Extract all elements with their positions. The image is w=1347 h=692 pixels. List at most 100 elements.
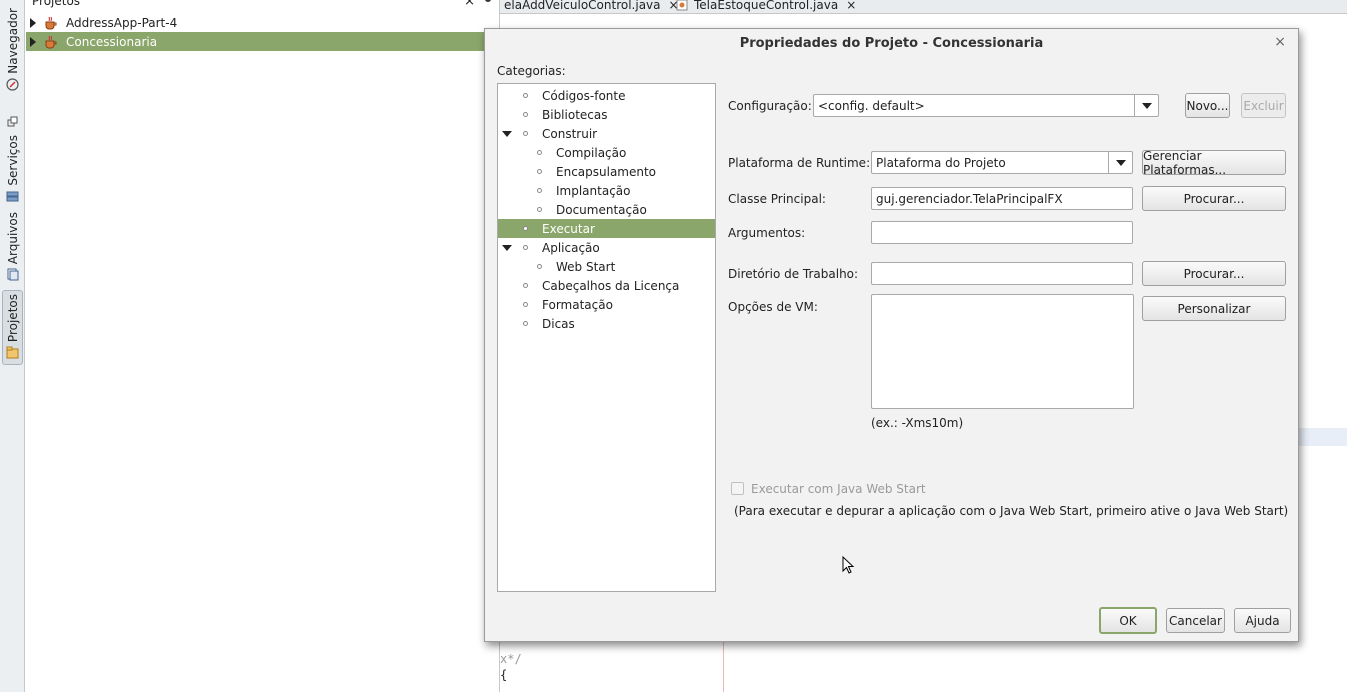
category-label: Códigos-fonte (542, 88, 626, 103)
services-icon (7, 116, 18, 127)
dialog-close-button[interactable]: × (1274, 34, 1286, 50)
web-start-note: (Para executar e depurar a aplicação com… (734, 504, 1289, 518)
category-item[interactable]: Construir (498, 124, 715, 143)
collapse-arrow-icon[interactable] (502, 244, 512, 251)
mouse-cursor-icon (842, 556, 855, 574)
tab-files-label: Arquivos (5, 212, 20, 265)
panel-menu-icon[interactable] (485, 0, 491, 2)
chevron-down-icon[interactable] (1134, 95, 1158, 116)
category-item[interactable]: Documentação (498, 200, 715, 219)
browse-main-class-button[interactable]: Procurar... (1142, 186, 1286, 211)
tab-files[interactable]: Arquivos (2, 212, 23, 283)
arguments-label: Argumentos: (728, 226, 806, 240)
vm-options-label: Opções de VM: (728, 300, 818, 314)
category-item-selected[interactable]: Executar (498, 219, 715, 238)
editor-tab-bar: elaAddVeiculoControl.java × TelaEstoqueC… (500, 0, 1347, 14)
projects-panel-title: Projetos (32, 0, 81, 8)
category-label: Bibliotecas (542, 107, 608, 122)
project-node[interactable]: AddressApp-Part-4 (26, 13, 499, 32)
projects-icon (6, 346, 19, 359)
editor-tab[interactable]: elaAddVeiculoControl.java × (504, 0, 679, 14)
project-node-selected[interactable]: Concessionaria (26, 32, 499, 51)
bullet-icon (523, 302, 528, 307)
category-item[interactable]: Códigos-fonte (498, 86, 715, 105)
category-label: Construir (542, 126, 598, 141)
editor-tab-label: elaAddVeiculoControl.java (504, 0, 661, 12)
category-item[interactable]: Compilação (498, 143, 715, 162)
bullet-icon (523, 112, 528, 117)
tab-navigator[interactable]: Navegador (2, 8, 23, 93)
help-button[interactable]: Ajuda (1234, 608, 1291, 633)
bullet-icon (537, 188, 542, 193)
tab-services-label: Serviços (5, 135, 20, 186)
bullet-icon (537, 264, 542, 269)
main-class-input[interactable]: guj.gerenciador.TelaPrincipalFX (871, 187, 1133, 210)
bullet-icon (537, 207, 542, 212)
config-select[interactable]: <config. default> (813, 94, 1159, 117)
server-icon (6, 191, 19, 202)
editor-margin-line (723, 640, 724, 692)
category-item[interactable]: Implantação (498, 181, 715, 200)
arguments-input[interactable] (871, 221, 1133, 244)
editor-tab-close-button[interactable]: × (846, 0, 856, 12)
category-item[interactable]: Aplicação (498, 238, 715, 257)
project-node-label: AddressApp-Part-4 (66, 15, 178, 30)
delete-config-button[interactable]: Excluir (1241, 93, 1286, 118)
category-item[interactable]: Cabeçalhos da Licença (498, 276, 715, 295)
ok-button[interactable]: OK (1099, 607, 1157, 634)
bullet-icon (523, 321, 528, 326)
bullet-icon (523, 283, 528, 288)
bullet-icon (523, 226, 528, 231)
tab-projects-label: Projetos (5, 294, 20, 343)
runtime-platform-label: Plataforma de Runtime: (728, 156, 871, 170)
bullet-icon (523, 245, 528, 250)
categories-tree[interactable]: Códigos-fonte Bibliotecas Construir Comp… (497, 83, 716, 592)
projects-panel-header: Projetos × (26, 0, 499, 12)
category-label: Aplicação (542, 240, 600, 255)
projects-panel: Projetos × AddressApp-Part-4 Concessiona… (26, 0, 500, 692)
expand-arrow-icon[interactable] (30, 17, 36, 28)
category-label: Compilação (556, 145, 627, 160)
working-dir-label: Diretório de Trabalho: (728, 267, 859, 281)
working-dir-input[interactable] (871, 262, 1133, 285)
web-start-checkbox[interactable] (731, 482, 744, 495)
category-label: Implantação (556, 183, 631, 198)
tab-services[interactable]: Serviços (2, 112, 23, 205)
projects-panel-close-button[interactable]: × (464, 0, 475, 9)
navigator-icon (6, 78, 19, 91)
bullet-icon (537, 150, 542, 155)
dialog-title: Propriedades do Projeto - Concessionaria (739, 35, 1044, 51)
category-label: Cabeçalhos da Licença (542, 278, 680, 293)
cancel-button[interactable]: Cancelar (1166, 608, 1225, 633)
project-properties-dialog: Propriedades do Projeto - Concessionaria… (484, 28, 1299, 642)
category-item[interactable]: Web Start (498, 257, 715, 276)
expand-arrow-icon[interactable] (30, 36, 36, 47)
bullet-icon (523, 93, 528, 98)
category-label: Dicas (542, 316, 575, 331)
runtime-platform-select[interactable]: Plataforma do Projeto (871, 151, 1133, 174)
collapse-arrow-icon[interactable] (502, 130, 512, 137)
java-project-icon (45, 35, 57, 48)
editor-tab[interactable]: TelaEstoqueControl.java × (676, 0, 856, 14)
browse-working-dir-button[interactable]: Procurar... (1142, 261, 1286, 286)
editor-line-highlight (1298, 428, 1347, 446)
category-item[interactable]: Encapsulamento (498, 162, 715, 181)
category-item[interactable]: Bibliotecas (498, 105, 715, 124)
editor-tab-label: TelaEstoqueControl.java (694, 0, 839, 12)
manage-platforms-button[interactable]: Gerenciar Plataformas... (1142, 149, 1286, 177)
side-tab-strip: Navegador Serviços Arquivos Projetos (0, 0, 25, 692)
new-config-button[interactable]: Novo... (1185, 93, 1230, 118)
vm-options-textarea[interactable] (871, 294, 1134, 409)
dialog-titlebar[interactable]: Propriedades do Projeto - Concessionaria… (485, 29, 1298, 57)
config-label: Configuração: (728, 99, 812, 113)
category-label: Formatação (542, 297, 613, 312)
customize-vm-button[interactable]: Personalizar (1142, 296, 1286, 321)
tab-navigator-label: Navegador (5, 8, 20, 74)
tab-projects[interactable]: Projetos (2, 290, 23, 366)
java-project-icon (45, 16, 57, 29)
code-line: x*/ (500, 652, 522, 666)
java-file-icon (676, 0, 688, 11)
category-item[interactable]: Formatação (498, 295, 715, 314)
chevron-down-icon[interactable] (1108, 152, 1132, 173)
category-item[interactable]: Dicas (498, 314, 715, 333)
